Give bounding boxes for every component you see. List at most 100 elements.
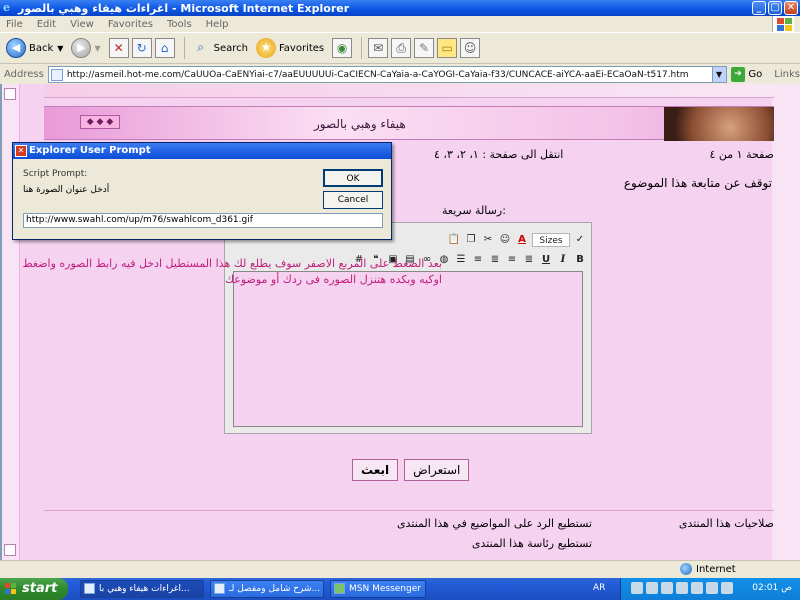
menu-file[interactable]: File [6, 19, 23, 30]
address-input[interactable]: http://asmeil.hot-me.com/CaUUOa-CaENYiai… [47, 66, 727, 83]
refresh-icon[interactable]: ↻ [131, 38, 152, 58]
tray-app-icon[interactable] [676, 582, 688, 594]
status-bar: Internet [0, 560, 800, 578]
toolbar-separator [183, 37, 185, 59]
permission-reply: تستطيع الرد على المواضيع في هذا المنتدى [397, 517, 592, 530]
back-button[interactable]: ◀ Back ▼ [6, 38, 63, 58]
taskbar-item-msn[interactable]: MSN Messenger [330, 580, 426, 598]
spellcheck-icon[interactable]: ✓ [573, 233, 587, 247]
forward-dropdown-icon[interactable]: ▼ [94, 44, 100, 53]
search-label: Search [213, 42, 248, 54]
align-left-icon[interactable]: ≣ [488, 253, 502, 267]
window-title: اغراءات هيفاء وهبي بالصور - Microsoft In… [18, 1, 350, 15]
taskbar-item-ie-guide[interactable]: شرح شامل ومفصل لـ... [210, 580, 324, 598]
start-label: start [22, 581, 58, 596]
address-bar: Address http://asmeil.hot-me.com/CaUUOa-… [0, 65, 800, 84]
address-dropdown-icon[interactable]: ▼ [711, 67, 726, 82]
stop-icon[interactable]: ✕ [108, 38, 129, 58]
ok-button[interactable]: OK [323, 169, 383, 187]
permission-moderate: تستطيع رئاسة هذا المنتدى [471, 537, 592, 550]
close-button[interactable]: ✕ [784, 1, 798, 15]
page-indicator: صفحة ١ من ٤ [709, 148, 774, 161]
paste-icon[interactable]: 📋 [447, 233, 461, 247]
go-button[interactable]: Go [748, 69, 762, 80]
menu-help[interactable]: Help [206, 19, 229, 30]
maximize-button[interactable]: ▢ [768, 1, 782, 15]
script-prompt-label: Script Prompt: [23, 169, 88, 179]
instruction-text: بعد الضغط على المربع الاصفر سوف يطلع لك … [22, 257, 442, 286]
go-arrow-icon[interactable]: ➔ [730, 67, 746, 82]
prompt-input[interactable]: http://www.swahl.com/up/m76/swahlcom_d36… [23, 213, 383, 228]
mail-icon[interactable]: ✉ [368, 38, 389, 58]
links-button[interactable]: Links [774, 69, 800, 80]
forward-arrow-icon: ▶ [71, 38, 92, 58]
forward-button[interactable]: ▶ ▼ [71, 38, 101, 58]
media-icon[interactable]: ◉ [332, 38, 353, 58]
tray-app-icon[interactable] [646, 582, 658, 594]
search-button[interactable]: ⌕ Search [191, 38, 248, 58]
right-frame [772, 84, 800, 560]
goto-page-links[interactable]: انتقل الى صفحة : ١، ٢، ٣، ٤ [434, 148, 563, 161]
page-icon [50, 69, 63, 81]
menu-view[interactable]: View [70, 19, 94, 30]
tray-app-icon[interactable] [631, 582, 643, 594]
window-titlebar[interactable]: e اغراءات هيفاء وهبي بالصور - Microsoft … [0, 0, 800, 16]
banner-photo [664, 107, 774, 141]
taskbar-item-label: MSN Messenger [349, 584, 421, 594]
ie-logo-icon: e [3, 1, 10, 14]
menu-favorites[interactable]: Favorites [108, 19, 153, 30]
zone-label: Internet [696, 563, 736, 575]
font-size-select[interactable]: Sizes [532, 233, 570, 247]
italic-icon[interactable]: I [556, 253, 570, 267]
favorites-star-icon: ★ [255, 38, 276, 58]
edit-icon[interactable]: ✎ [414, 38, 435, 58]
minimize-button[interactable]: _ [752, 1, 766, 15]
copy-icon[interactable]: ❐ [464, 233, 478, 247]
messenger-icon[interactable]: ☺ [460, 38, 481, 58]
align-center-icon[interactable]: ≡ [505, 253, 519, 267]
preview-button[interactable]: استعراض [404, 459, 470, 481]
number-list-icon[interactable]: ≡ [471, 253, 485, 267]
taskbar-item-label: اغراءات هيفاء وهبي با... [99, 584, 190, 594]
font-color-icon[interactable]: A [515, 233, 529, 247]
tray-app-icon[interactable] [721, 582, 733, 594]
smiley-icon[interactable]: ☺ [498, 233, 512, 247]
home-icon[interactable]: ⌂ [154, 38, 175, 58]
menu-tools[interactable]: Tools [167, 19, 192, 30]
tray-app-icon[interactable] [661, 582, 673, 594]
bullet-list-icon[interactable]: ☰ [454, 253, 468, 267]
menu-edit[interactable]: Edit [37, 19, 56, 30]
tray-app-icon[interactable] [691, 582, 703, 594]
banner-title: هيفاء وهبي بالصور [314, 117, 406, 131]
banner-arrows[interactable]: ◆ ◆ ◆ [80, 115, 120, 129]
message-textarea[interactable] [233, 271, 583, 427]
forum-permissions: صلاحيات هذا المنتدى تستطيع الرد على المو… [44, 510, 774, 560]
cancel-button[interactable]: Cancel [323, 191, 383, 209]
taskbar-item-ie-forum[interactable]: اغراءات هيفاء وهبي با... [80, 580, 204, 598]
menu-bar: File Edit View Favorites Tools Help [0, 16, 800, 32]
address-label: Address [4, 69, 44, 80]
address-url: http://asmeil.hot-me.com/CaUUOa-CaENYiai… [66, 69, 689, 80]
user-prompt-dialog: ✕ Explorer User Prompt Script Prompt: أد… [12, 142, 392, 240]
bold-icon[interactable]: B [573, 253, 587, 267]
underline-icon[interactable]: U [539, 253, 553, 267]
note-icon[interactable]: ▭ [437, 38, 458, 58]
header-strip [44, 84, 774, 98]
browser-toolbar: ◀ Back ▼ ▶ ▼ ✕ ↻ ⌂ ⌕ Search ★ Favorites … [0, 32, 800, 64]
search-icon: ⌕ [197, 40, 204, 54]
cut-icon[interactable]: ✂ [481, 233, 495, 247]
taskbar: start اغراءات هيفاء وهبي با... شرح شامل … [0, 578, 800, 600]
favorites-button[interactable]: ★ Favorites [255, 38, 324, 58]
align-right-icon[interactable]: ≣ [522, 253, 536, 267]
send-button[interactable]: ابعث [352, 459, 399, 481]
print-icon[interactable]: ⎙ [391, 38, 412, 58]
dialog-titlebar[interactable]: ✕ Explorer User Prompt [13, 143, 391, 159]
start-button[interactable]: start [0, 578, 68, 600]
language-indicator[interactable]: AR [593, 583, 605, 593]
back-dropdown-icon[interactable]: ▼ [57, 44, 63, 53]
stop-following-link[interactable]: توقف عن متابعة هذا الموضوع [624, 176, 772, 190]
security-zone: Internet [680, 563, 736, 575]
prompt-message: أدخل عنوان الصورة هنا [23, 185, 110, 195]
windows-flag-icon [772, 16, 794, 32]
tray-app-icon[interactable] [706, 582, 718, 594]
